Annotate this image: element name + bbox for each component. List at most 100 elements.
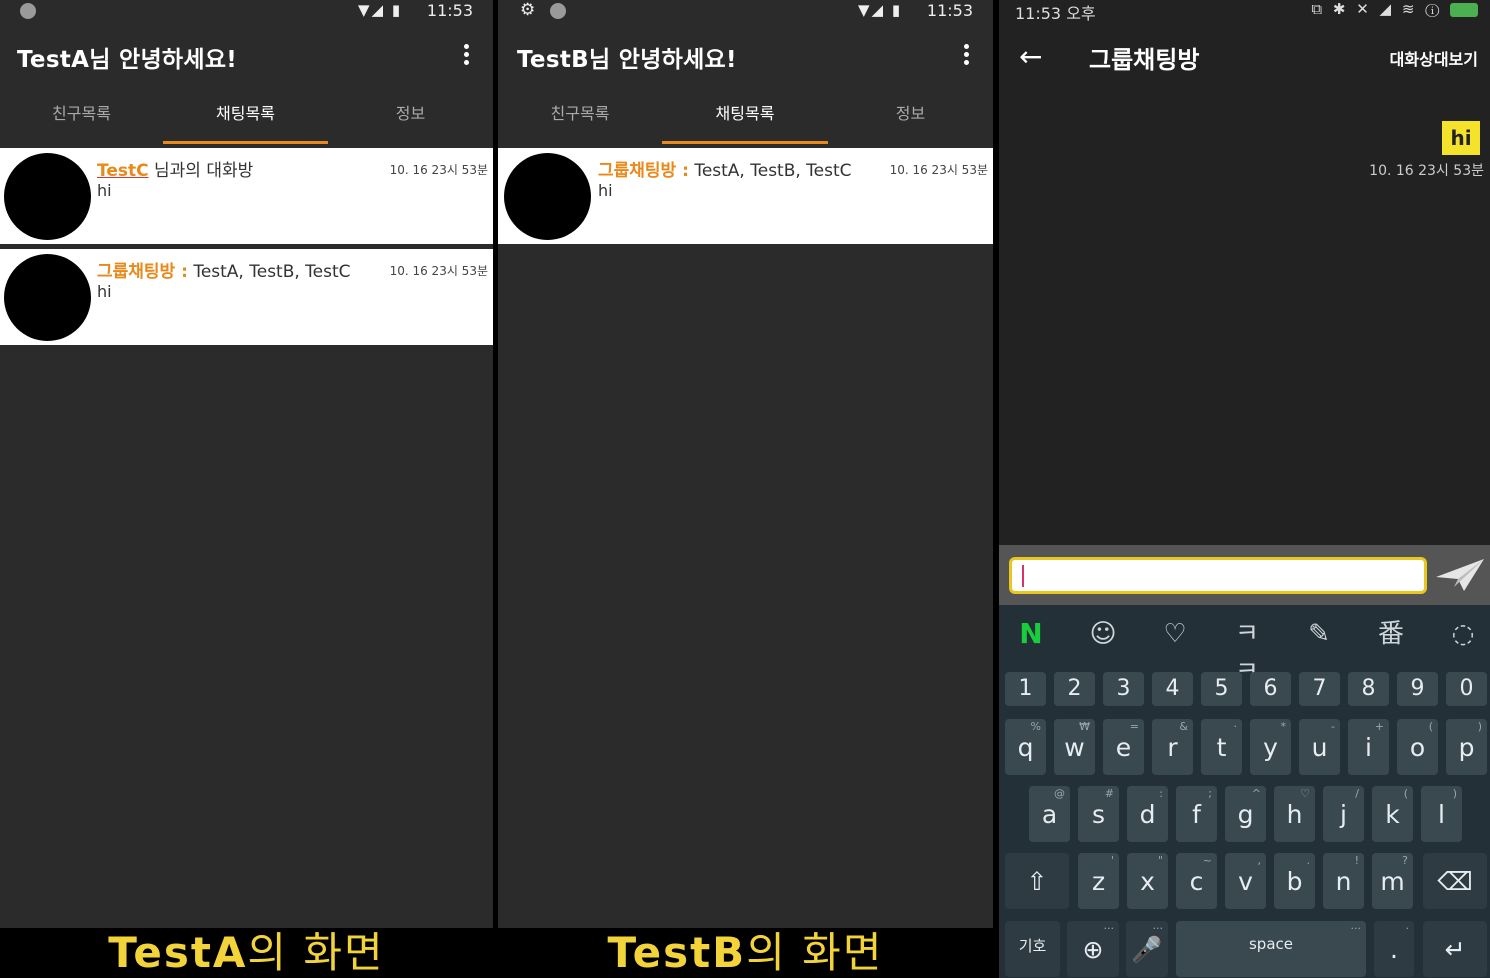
chat-title: 그룹채팅방 : TestA, TestB, TestC xyxy=(97,257,351,282)
heart-icon[interactable]: ♡ xyxy=(1155,615,1195,653)
key-a[interactable]: @ a xyxy=(1029,786,1070,842)
testb-screen: ⚙ ▼◢ ▮ 11:53 TestB님 안녕하세요! 친구목록 채팅목록 정보 … xyxy=(498,0,993,978)
key-r[interactable]: & r xyxy=(1152,719,1193,775)
key-j[interactable]: / j xyxy=(1323,786,1364,842)
chat-list-item[interactable]: 그룹채팅방 : TestA, TestB, TestC hi 10. 16 23… xyxy=(0,249,493,345)
chat-list-item[interactable]: TestC 님과의 대화방 hi 10. 16 23시 53분 xyxy=(0,148,493,244)
shift-key[interactable]: ⇧ xyxy=(1005,853,1069,909)
key-1[interactable]: 1 xyxy=(1005,672,1046,706)
key-p[interactable]: ) p xyxy=(1446,719,1487,775)
key-z[interactable]: ' z xyxy=(1078,853,1119,909)
status-time: 11:53 오후 xyxy=(1015,4,1096,23)
tab-info[interactable]: 정보 xyxy=(828,88,993,144)
key-e[interactable]: = e xyxy=(1103,719,1144,775)
overflow-menu-icon[interactable] xyxy=(462,42,470,68)
key-7[interactable]: 7 xyxy=(1299,672,1340,706)
key-2[interactable]: 2 xyxy=(1054,672,1095,706)
message-input[interactable] xyxy=(1009,557,1427,594)
back-arrow-icon[interactable]: ← xyxy=(1019,40,1042,73)
tab-chats[interactable]: 채팅목록 xyxy=(163,88,328,144)
text-caret xyxy=(1022,565,1024,587)
key-g[interactable]: ^ g xyxy=(1225,786,1266,842)
message-input-bar xyxy=(999,545,1490,605)
tab-chats[interactable]: 채팅목록 xyxy=(662,88,828,144)
tab-bar: 친구목록 채팅목록 정보 xyxy=(498,88,993,144)
key-b[interactable]: .b xyxy=(1274,853,1315,909)
page-title: TestA님 안녕하세요! xyxy=(17,47,238,73)
enter-key[interactable]: ↵ xyxy=(1423,921,1487,977)
key-y[interactable]: * y xyxy=(1250,719,1291,775)
overflow-menu-icon[interactable] xyxy=(962,42,970,68)
key-9[interactable]: 9 xyxy=(1397,672,1438,706)
key-v[interactable]: ,v xyxy=(1225,853,1266,909)
chat-last-message: hi xyxy=(97,181,112,200)
emoji-icon[interactable]: ☺ xyxy=(1083,615,1123,653)
key-8[interactable]: 8 xyxy=(1348,672,1389,706)
caption: TestB의 화면 xyxy=(498,928,993,978)
avatar xyxy=(504,153,591,240)
key-c[interactable]: ~ c xyxy=(1176,853,1217,909)
key-n[interactable]: ! n xyxy=(1323,853,1364,909)
tab-indicator xyxy=(163,141,328,144)
chat-time: 10. 16 23시 53분 xyxy=(889,163,988,177)
chat-time: 10. 16 23시 53분 xyxy=(389,163,488,177)
key-w[interactable]: ₩ w xyxy=(1054,719,1095,775)
chat-title: 그룹채팅방 : TestA, TestB, TestC xyxy=(598,156,852,181)
key-q[interactable]: % q xyxy=(1005,719,1046,775)
battery-icon xyxy=(1450,2,1478,17)
chat-name: 그룹채팅방 : xyxy=(97,262,188,282)
signal-battery-icons: ▼◢ ▮ xyxy=(858,1,903,19)
tab-indicator xyxy=(662,141,828,144)
chat-bubble-icon[interactable]: ㅋㅋ xyxy=(1227,615,1267,687)
key-i[interactable]: + i xyxy=(1348,719,1389,775)
naver-icon[interactable]: N xyxy=(1011,615,1051,653)
translate-icon[interactable]: 番 xyxy=(1371,615,1411,653)
symbols-key[interactable]: 기호 xyxy=(1005,921,1060,977)
avatar xyxy=(4,153,91,240)
chat-room-title: 그룹채팅방 xyxy=(1089,46,1200,74)
key-l[interactable]: ) l xyxy=(1421,786,1462,842)
chat-name: TestC xyxy=(97,161,149,181)
status-bar: ⚙ ▼◢ ▮ 11:53 xyxy=(498,0,993,24)
key-0[interactable]: 0 xyxy=(1446,672,1487,706)
key-4[interactable]: 4 xyxy=(1152,672,1193,706)
key-m[interactable]: ? m xyxy=(1372,853,1413,909)
key-t[interactable]: · t xyxy=(1201,719,1242,775)
caption-suffix: 의 화면 xyxy=(247,928,385,977)
tab-friends[interactable]: 친구목록 xyxy=(498,88,662,144)
view-participants-button[interactable]: 대화상대보기 xyxy=(1390,46,1478,70)
settings-circle-icon[interactable]: ◌ xyxy=(1443,615,1483,653)
key-3[interactable]: 3 xyxy=(1103,672,1144,706)
pen-icon[interactable]: ✎ xyxy=(1299,615,1339,653)
key-x[interactable]: " x xyxy=(1127,853,1168,909)
key-u[interactable]: -u xyxy=(1299,719,1340,775)
page-title: TestB님 안녕하세요! xyxy=(517,47,737,73)
space-key[interactable]: ··· space xyxy=(1176,921,1366,977)
status-icons: ⧉ ✱ ✕ ◢ ≋ ⓘ xyxy=(1311,0,1478,18)
key-6[interactable]: 6 xyxy=(1250,672,1291,706)
key-s[interactable]: # s xyxy=(1078,786,1119,842)
key-f[interactable]: ; f xyxy=(1176,786,1217,842)
key-o[interactable]: (o xyxy=(1397,719,1438,775)
send-icon[interactable] xyxy=(1434,555,1486,595)
chat-name-suffix: TestA, TestB, TestC xyxy=(187,262,351,282)
key-k[interactable]: (k xyxy=(1372,786,1413,842)
key-5[interactable]: 5 xyxy=(1201,672,1242,706)
notification-dot-icon xyxy=(550,3,566,19)
chat-name-suffix: TestA, TestB, TestC xyxy=(688,161,852,181)
message-bubble: hi xyxy=(1442,121,1480,155)
key-d[interactable]: :d xyxy=(1127,786,1168,842)
backspace-key[interactable]: ⌫ xyxy=(1423,853,1487,909)
globe-key[interactable]: ··· ⊕ xyxy=(1067,921,1119,977)
period-key[interactable]: ·. xyxy=(1374,921,1414,977)
chat-last-message: hi xyxy=(97,282,112,301)
caption-main: TestA xyxy=(108,928,248,977)
mic-key[interactable]: ··· 🎤 xyxy=(1126,921,1168,977)
chat-list-item[interactable]: 그룹채팅방 : TestA, TestB, TestC hi 10. 16 23… xyxy=(498,148,993,244)
tab-info[interactable]: 정보 xyxy=(328,88,493,144)
chat-title: TestC 님과의 대화방 xyxy=(97,156,253,181)
key-h[interactable]: ♡ h xyxy=(1274,786,1315,842)
caption: TestA의 화면 xyxy=(0,928,493,978)
testa-screen: ▼◢ ▮ 11:53 TestA님 안녕하세요! 친구목록 채팅목록 정보 Te… xyxy=(0,0,493,978)
tab-friends[interactable]: 친구목록 xyxy=(0,88,163,144)
